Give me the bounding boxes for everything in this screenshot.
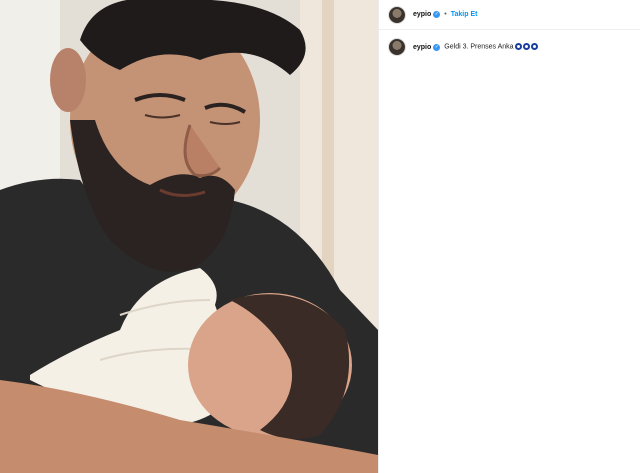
caption-verified-badge-icon: ✓ [433,43,441,51]
caption-body: Geldi 3. Prenses Anka [444,43,514,51]
follow-button[interactable]: Takip Et [451,11,478,18]
post-photo[interactable] [0,0,378,473]
nazar-icon [514,43,522,51]
post-caption: eypio ✓ Geldi 3. Prenses Anka [379,38,640,56]
nazar-icon [530,43,538,51]
caption-avatar[interactable] [388,38,406,56]
verified-badge-icon: ✓ [433,11,441,18]
post-header: eypio ✓ • Takip Et [379,0,640,30]
header-username[interactable]: eypio [413,11,431,18]
caption-text: Geldi 3. Prenses Anka [444,43,538,51]
instagram-post: eypio ✓ • Takip Et eypio ✓ Geldi 3. Pren… [0,0,640,473]
nazar-icon [522,43,530,51]
caption-username[interactable]: eypio [413,44,431,51]
avatar[interactable] [388,5,406,24]
post-sidebar: eypio ✓ • Takip Et eypio ✓ Geldi 3. Pren… [378,0,640,473]
photo-illustration [0,0,378,473]
header-separator: • [444,11,447,18]
